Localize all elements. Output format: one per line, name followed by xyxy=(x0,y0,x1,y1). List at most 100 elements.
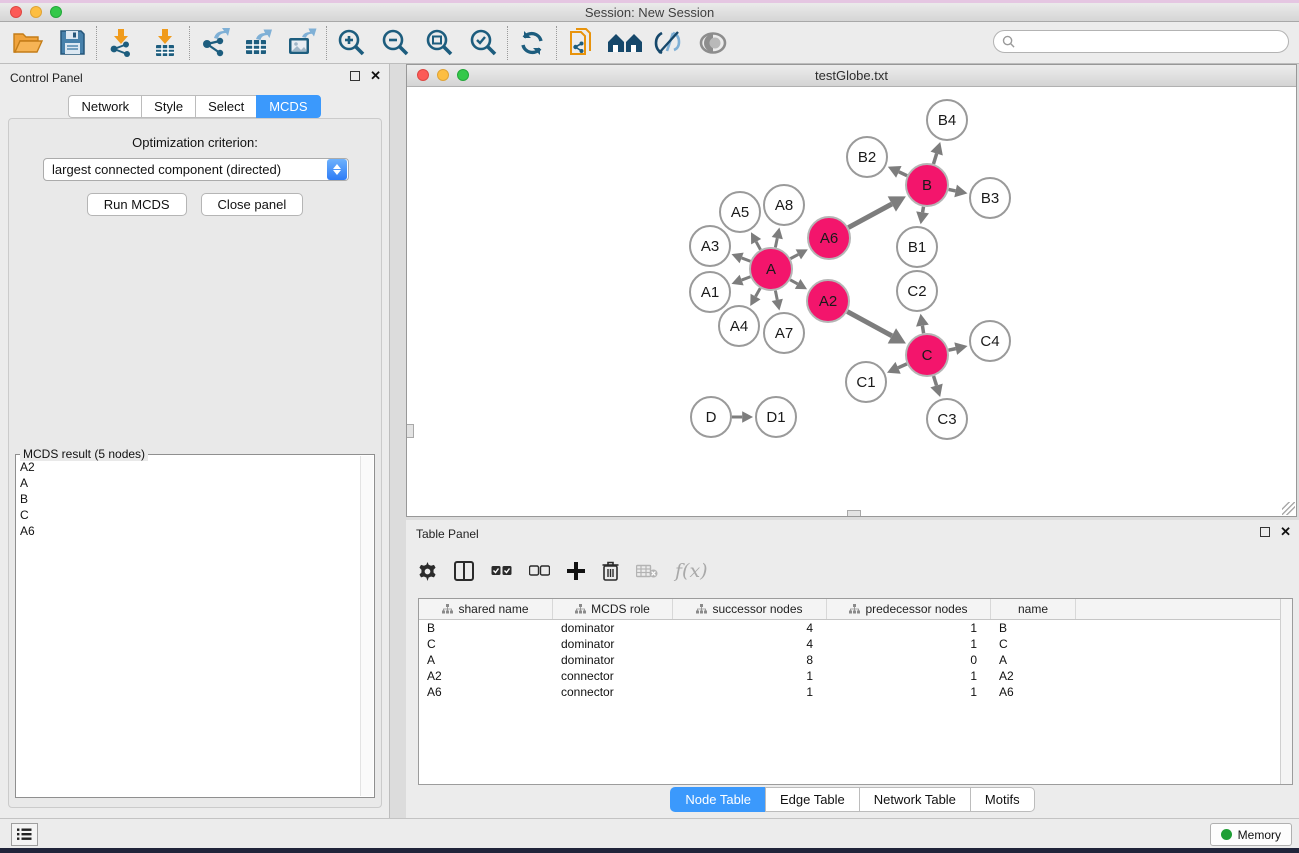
table-cell[interactable]: 8 xyxy=(673,653,827,667)
table-cell[interactable]: connector xyxy=(553,685,673,699)
graph-edge-A-A3[interactable] xyxy=(742,258,751,261)
network-minimize-button[interactable] xyxy=(437,69,449,81)
table-cell[interactable]: 1 xyxy=(827,621,991,635)
export-network-icon[interactable] xyxy=(192,25,236,61)
table-cell[interactable]: A xyxy=(991,653,1076,667)
bird-view-eye-icon[interactable] xyxy=(691,25,735,61)
table-body[interactable]: Bdominator41BCdominator41CAdominator80AA… xyxy=(419,620,1280,700)
table-cell[interactable]: B xyxy=(419,621,553,635)
graph-edge-B-B2[interactable] xyxy=(899,172,907,176)
table-cell[interactable]: A6 xyxy=(419,685,553,699)
import-network-icon[interactable] xyxy=(99,25,143,61)
tab-style[interactable]: Style xyxy=(141,95,195,118)
table-row[interactable]: Adominator80A xyxy=(419,652,1280,668)
table-row[interactable]: A6connector11A6 xyxy=(419,684,1280,700)
task-history-button[interactable] xyxy=(11,823,38,846)
mcds-result-list[interactable]: A2ABCA6 xyxy=(16,459,359,795)
table-cell[interactable]: A6 xyxy=(991,685,1076,699)
tab-network-table[interactable]: Network Table xyxy=(859,787,970,812)
network-graph[interactable]: A5A8A6A3AA1A4A7A2B2B4BB3B1C2CC4C1C3DD1 xyxy=(407,87,1296,516)
mcds-result-item[interactable]: A6 xyxy=(20,523,359,539)
zoom-window-button[interactable] xyxy=(50,6,62,18)
network-canvas[interactable]: A5A8A6A3AA1A4A7A2B2B4BB3B1C2CC4C1C3DD1 xyxy=(407,87,1296,516)
graph-edge-C-C1[interactable] xyxy=(898,364,907,368)
export-table-icon[interactable] xyxy=(236,25,280,61)
canvas-bottom-scroll-stub[interactable] xyxy=(847,510,861,516)
close-window-button[interactable] xyxy=(10,6,22,18)
table-cell[interactable]: 1 xyxy=(827,637,991,651)
hide-labels-icon[interactable] xyxy=(647,25,691,61)
save-session-icon[interactable] xyxy=(50,25,94,61)
canvas-left-scroll-stub[interactable] xyxy=(407,424,414,438)
toolbar-search-field[interactable] xyxy=(993,30,1289,53)
tab-node-table[interactable]: Node Table xyxy=(670,787,765,812)
select-all-columns-icon[interactable] xyxy=(491,565,512,577)
close-panel-button[interactable]: Close panel xyxy=(201,193,304,216)
column-header-successor-nodes[interactable]: successor nodes xyxy=(673,599,827,619)
graph-edge-C-C4[interactable] xyxy=(948,349,955,351)
table-cell[interactable]: B xyxy=(991,621,1076,635)
table-cell[interactable]: A2 xyxy=(991,669,1076,683)
graph-edge-B-B1[interactable] xyxy=(923,207,924,213)
table-cell[interactable]: 1 xyxy=(673,685,827,699)
table-cell[interactable]: 1 xyxy=(673,669,827,683)
graph-edge-A-A5[interactable] xyxy=(756,242,760,250)
node-table[interactable]: shared name MCDS role successor nodes pr… xyxy=(418,598,1293,785)
open-session-icon[interactable] xyxy=(6,25,50,61)
tab-mcds[interactable]: MCDS xyxy=(256,95,320,118)
memory-button[interactable]: Memory xyxy=(1210,823,1292,846)
zoom-fit-icon[interactable] xyxy=(417,25,461,61)
tab-edge-table[interactable]: Edge Table xyxy=(765,787,859,812)
run-mcds-button[interactable]: Run MCDS xyxy=(87,193,187,216)
graph-edge-A-A2[interactable] xyxy=(790,280,797,284)
zoom-out-icon[interactable] xyxy=(373,25,417,61)
table-cell[interactable]: 4 xyxy=(673,637,827,651)
graph-edge-A-A6[interactable] xyxy=(790,254,798,258)
graph-edge-B-B3[interactable] xyxy=(949,189,956,190)
table-cell[interactable]: A2 xyxy=(419,669,553,683)
table-cell[interactable]: 4 xyxy=(673,621,827,635)
graph-edge-A-A1[interactable] xyxy=(742,277,751,280)
window-controls[interactable] xyxy=(10,6,62,18)
home-view-icon[interactable] xyxy=(603,25,647,61)
tab-network[interactable]: Network xyxy=(68,95,141,118)
delete-column-trash-icon[interactable] xyxy=(602,561,619,581)
graph-edge-A-A4[interactable] xyxy=(756,288,761,296)
close-table-panel-icon[interactable]: ✕ xyxy=(1280,527,1291,537)
search-input[interactable] xyxy=(1020,35,1288,49)
criterion-select[interactable]: largest connected component (directed) xyxy=(43,158,349,181)
minimize-window-button[interactable] xyxy=(30,6,42,18)
graph-edge-B-B4[interactable] xyxy=(933,154,936,164)
float-table-panel-icon[interactable] xyxy=(1260,527,1270,537)
graph-edge-A-A8[interactable] xyxy=(775,238,777,247)
table-cell[interactable]: dominator xyxy=(553,621,673,635)
column-header-predecessor-nodes[interactable]: predecessor nodes xyxy=(827,599,991,619)
graph-edge-A6-B[interactable] xyxy=(848,204,891,228)
unselect-all-columns-icon[interactable] xyxy=(529,565,550,577)
float-panel-icon[interactable] xyxy=(350,71,360,81)
zoom-in-icon[interactable] xyxy=(329,25,373,61)
table-cell[interactable]: 1 xyxy=(827,669,991,683)
graph-edge-A-A7[interactable] xyxy=(775,291,777,300)
table-scrollbar[interactable] xyxy=(1280,599,1292,784)
mcds-result-item[interactable]: A2 xyxy=(20,459,359,475)
graph-edge-C-C2[interactable] xyxy=(922,326,923,334)
mcds-result-scrollbar[interactable] xyxy=(360,456,373,796)
tab-select[interactable]: Select xyxy=(195,95,256,118)
column-header-mcds-role[interactable]: MCDS role xyxy=(553,599,673,619)
columns-icon[interactable] xyxy=(454,561,474,581)
close-panel-icon[interactable]: ✕ xyxy=(370,71,381,81)
clone-network-icon[interactable] xyxy=(559,25,603,61)
table-cell[interactable]: C xyxy=(419,637,553,651)
graph-edge-A2-C[interactable] xyxy=(847,312,892,336)
table-cell[interactable]: connector xyxy=(553,669,673,683)
network-zoom-button[interactable] xyxy=(457,69,469,81)
gear-icon[interactable] xyxy=(418,562,437,581)
table-row[interactable]: Bdominator41B xyxy=(419,620,1280,636)
graph-edge-C-C3[interactable] xyxy=(934,376,937,385)
refresh-network-icon[interactable] xyxy=(510,25,554,61)
network-close-button[interactable] xyxy=(417,69,429,81)
table-cell[interactable]: dominator xyxy=(553,653,673,667)
mcds-result-item[interactable]: A xyxy=(20,475,359,491)
table-header-row[interactable]: shared name MCDS role successor nodes pr… xyxy=(419,599,1280,620)
